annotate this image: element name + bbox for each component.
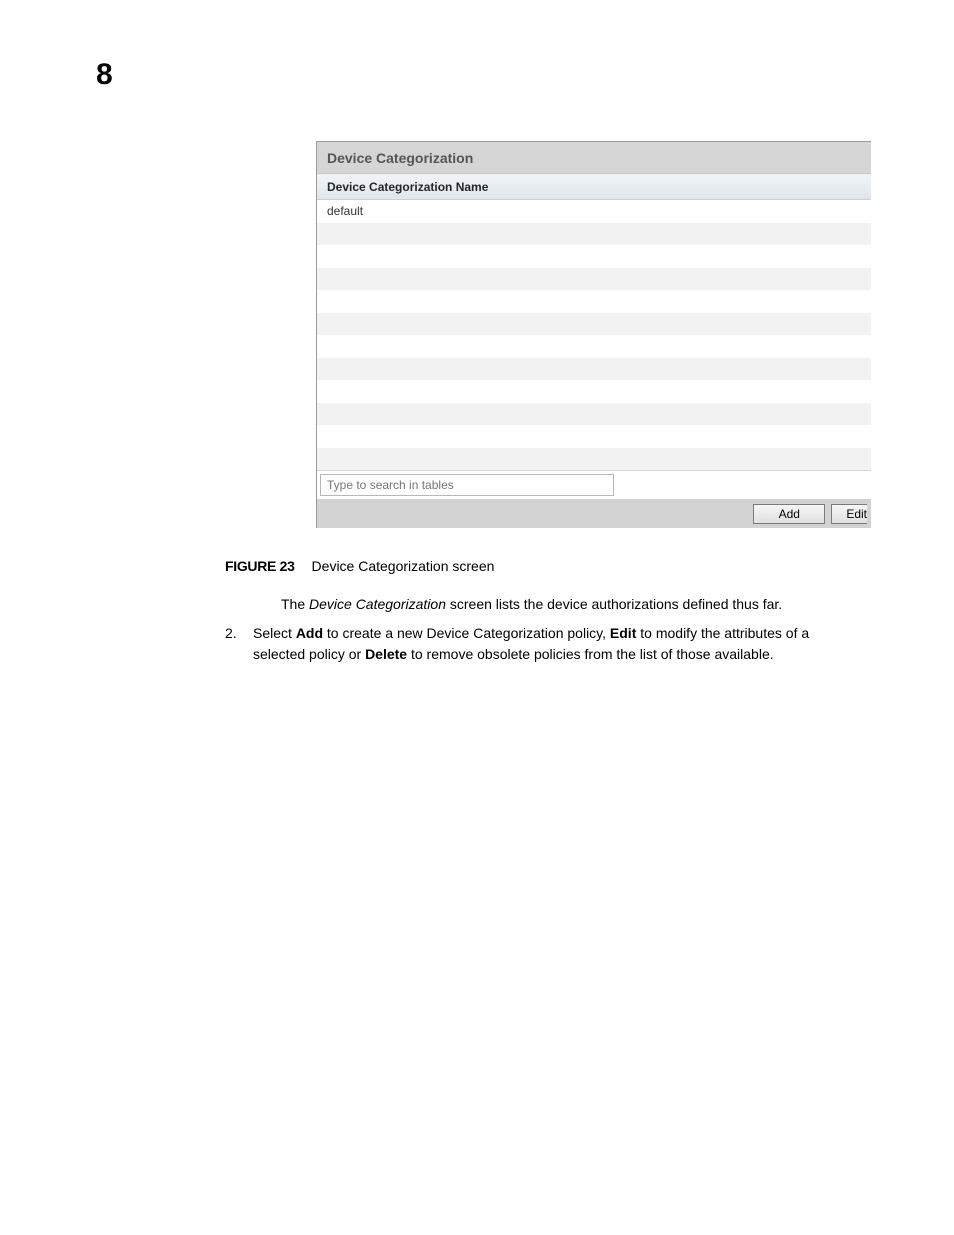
table-row[interactable] — [317, 335, 871, 358]
table-row[interactable]: default — [317, 200, 871, 223]
search-bar — [317, 470, 871, 500]
table-row[interactable] — [317, 380, 871, 403]
button-bar: Add Edit — [317, 500, 871, 528]
italic-term: Device Categorization — [309, 596, 446, 612]
add-button[interactable]: Add — [753, 504, 825, 524]
step-body: Select Add to create a new Device Catego… — [253, 623, 865, 665]
edit-button[interactable]: Edit — [831, 504, 867, 524]
figure-caption: FIGURE 23 Device Categorization screen — [225, 558, 494, 574]
device-categorization-panel: Device Categorization Device Categorizat… — [316, 141, 871, 528]
table-row[interactable] — [317, 425, 871, 448]
panel-title: Device Categorization — [317, 141, 871, 174]
step-number: 2. — [225, 623, 237, 644]
column-header-name[interactable]: Device Categorization Name — [317, 174, 871, 200]
bold-delete: Delete — [365, 646, 407, 662]
table-row[interactable] — [317, 448, 871, 471]
table-row[interactable] — [317, 223, 871, 246]
table-row[interactable] — [317, 245, 871, 268]
figure-label: FIGURE 23 — [225, 558, 295, 574]
table-row[interactable] — [317, 268, 871, 291]
bold-add: Add — [296, 625, 323, 641]
bold-edit: Edit — [610, 625, 636, 641]
description-text: The Device Categorization screen lists t… — [281, 594, 782, 615]
step-instruction: 2. Select Add to create a new Device Cat… — [225, 623, 865, 665]
table-row[interactable] — [317, 403, 871, 426]
figure-text: Device Categorization screen — [312, 558, 495, 574]
table-row[interactable] — [317, 290, 871, 313]
table-row[interactable] — [317, 358, 871, 381]
search-input[interactable] — [320, 474, 614, 496]
table-row[interactable] — [317, 313, 871, 336]
page-number: 8 — [96, 58, 112, 92]
